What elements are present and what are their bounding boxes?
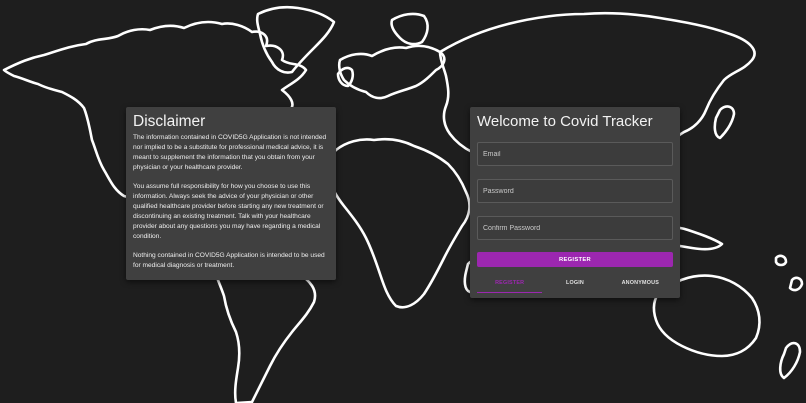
- page-background: Disclaimer The information contained in …: [0, 0, 806, 403]
- auth-tabs: REGISTER LOGIN ANONYMOUS: [477, 275, 673, 293]
- register-button[interactable]: REGISTER: [477, 252, 673, 267]
- confirm-password-input[interactable]: [478, 217, 672, 240]
- map-island-1: [788, 276, 804, 292]
- auth-card: Welcome to Covid Tracker REGISTER REGIST…: [470, 107, 680, 298]
- confirm-password-field[interactable]: [477, 216, 673, 240]
- email-field[interactable]: [477, 142, 673, 166]
- map-island-2: [774, 254, 788, 267]
- world-map-background: [2, 5, 804, 403]
- disclaimer-paragraph: The information contained in COVID5G App…: [133, 134, 327, 171]
- password-field[interactable]: [477, 179, 673, 203]
- disclaimer-title: Disclaimer: [133, 113, 206, 130]
- password-input[interactable]: [478, 180, 672, 203]
- map-new-zealand: [778, 341, 802, 380]
- disclaimer-card: Disclaimer The information contained in …: [126, 107, 336, 280]
- map-europe: [337, 44, 446, 100]
- map-scandinavia: [390, 12, 429, 46]
- email-input[interactable]: [478, 143, 672, 166]
- disclaimer-paragraph: Nothing contained in COVID5G Application…: [133, 252, 325, 269]
- tab-login[interactable]: LOGIN: [542, 275, 607, 293]
- auth-title: Welcome to Covid Tracker: [477, 113, 653, 130]
- map-japan: [713, 105, 736, 140]
- tab-anonymous[interactable]: ANONYMOUS: [608, 275, 673, 293]
- map-uk: [336, 66, 355, 88]
- map-africa: [326, 137, 471, 309]
- disclaimer-paragraph: You assume full responsibility for how y…: [133, 183, 324, 240]
- map-greenland: [255, 5, 336, 74]
- tab-register[interactable]: REGISTER: [477, 275, 543, 293]
